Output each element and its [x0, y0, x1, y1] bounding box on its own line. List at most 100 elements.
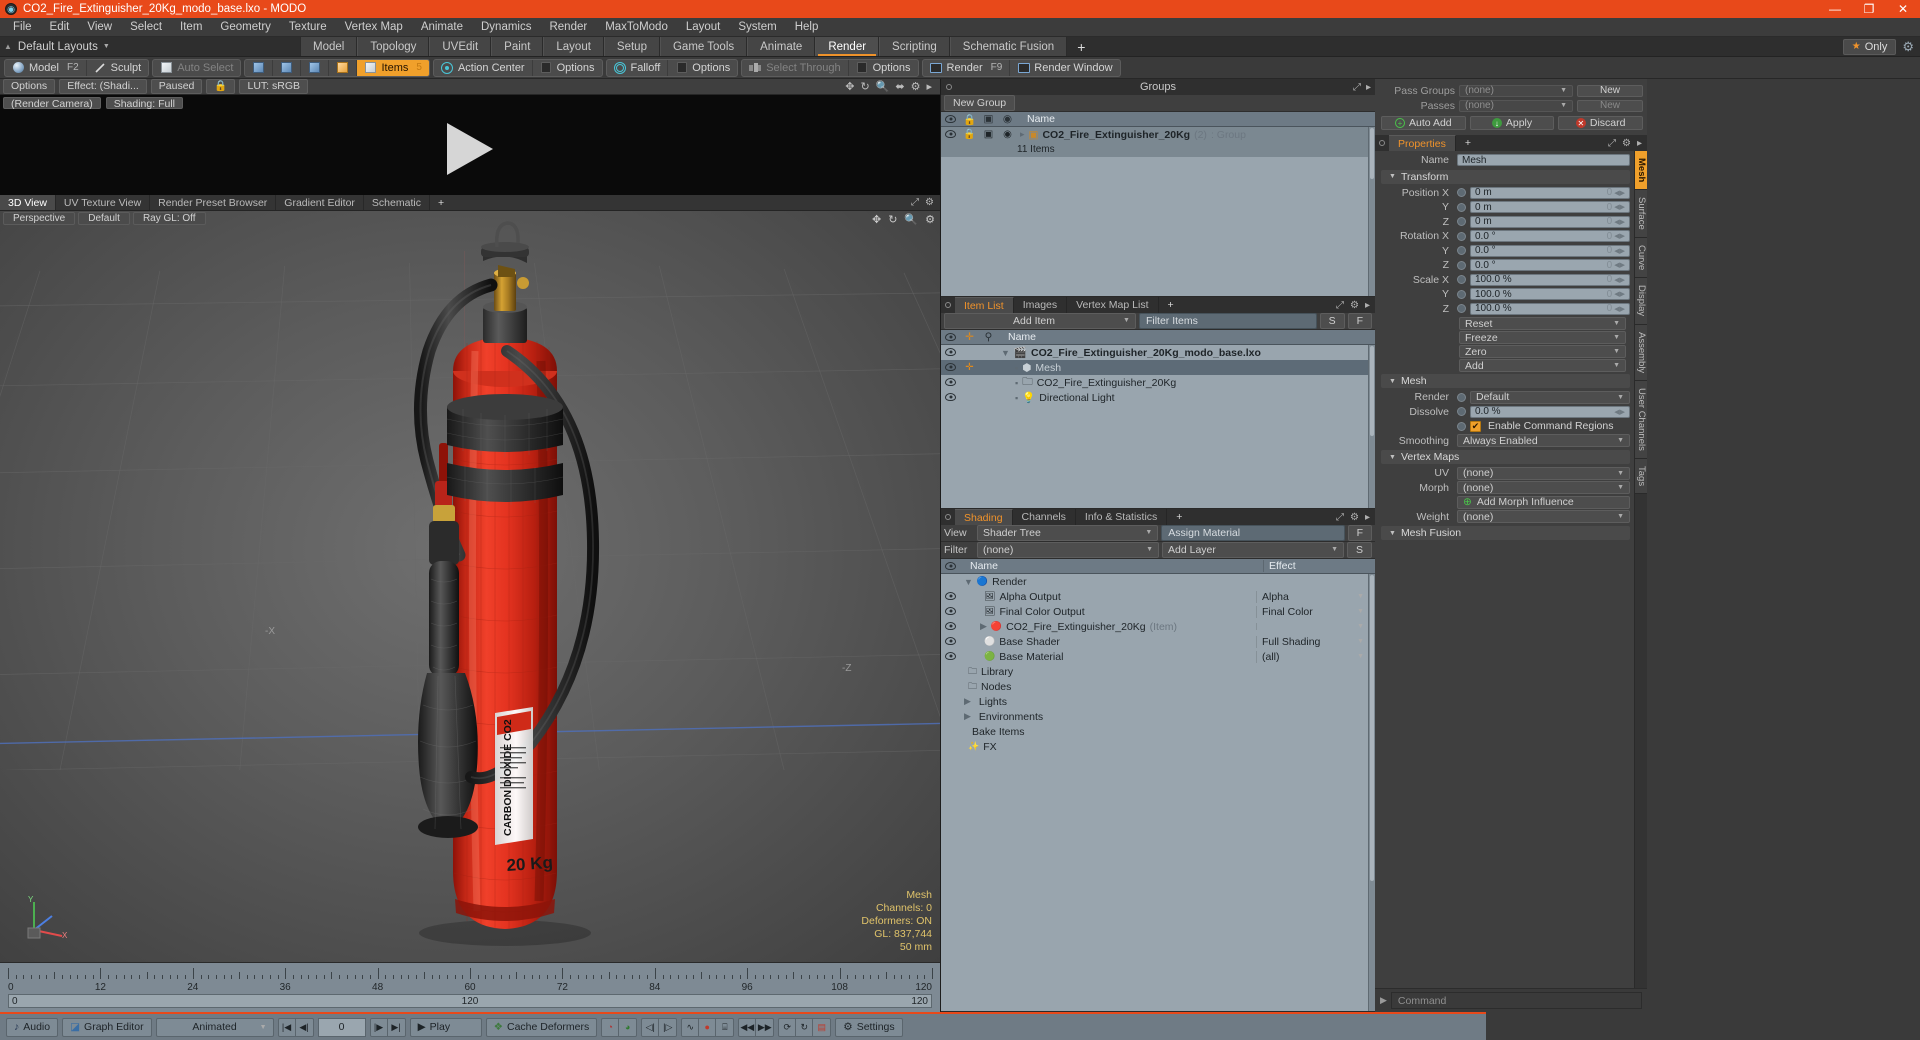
reset-zero-icon[interactable]: 0 — [1607, 260, 1613, 271]
mesh-name-input[interactable]: Mesh — [1457, 154, 1630, 167]
shading-row[interactable]: 🖼 Final Color Output Final Color ▼ — [941, 604, 1368, 619]
expand-arrow-icon[interactable]: ▶ — [964, 711, 971, 722]
settings-button[interactable]: ⚙ Settings — [835, 1017, 903, 1037]
shading-row[interactable]: 🗀 Library — [941, 664, 1368, 679]
shader-tree-dropdown[interactable]: Shader Tree ▼ — [977, 525, 1159, 541]
create-key-button[interactable]: ● — [699, 1018, 717, 1036]
expand-icon[interactable]: ⤢ — [1336, 512, 1344, 523]
render-button[interactable]: Render F9 — [923, 59, 1011, 76]
menu-item-item[interactable]: Item — [171, 18, 211, 37]
transform-channel-dot[interactable] — [1457, 246, 1466, 256]
enable-command-regions-checkbox[interactable]: ✔ — [1470, 420, 1481, 432]
move-icon[interactable]: ✥ — [845, 80, 854, 93]
reset-zero-icon[interactable]: 0 — [1607, 289, 1613, 300]
menu-item-vertex-map[interactable]: Vertex Map — [336, 18, 412, 37]
transform-channel-dot[interactable] — [1457, 217, 1466, 227]
spinner-icon[interactable]: ◀▶ — [1614, 232, 1625, 240]
vertex-map-dropdown[interactable]: (none) ▼ — [1457, 481, 1630, 495]
viewport-tab-render-preset-browser[interactable]: Render Preset Browser — [150, 195, 277, 210]
go-to-end-button[interactable]: ▶| — [387, 1018, 405, 1036]
mesh-section-header[interactable]: ▼ Mesh — [1381, 374, 1630, 388]
apply-button[interactable]: ↓ Apply — [1469, 116, 1555, 130]
minimize-button[interactable]: — — [1818, 0, 1852, 18]
spinner-icon[interactable]: ◀▶ — [1614, 305, 1625, 313]
transform-channel-dot[interactable] — [1457, 304, 1466, 314]
group-lock-icon[interactable]: 🔒 — [960, 129, 979, 140]
transform-input[interactable]: 0 m 0 ◀▶ — [1470, 201, 1630, 214]
shading-tab-shading[interactable]: Shading — [955, 509, 1013, 525]
audio-button[interactable]: ♪ Audio — [6, 1017, 59, 1037]
shading-tab-channels[interactable]: Channels — [1013, 509, 1076, 525]
transform-input[interactable]: 0.0 ° 0 ◀▶ — [1470, 230, 1630, 243]
shading-effect-cell[interactable]: ▼ — [1256, 623, 1368, 630]
key-curve-button[interactable]: ∿ — [682, 1018, 700, 1036]
visibility-eye-icon[interactable] — [941, 621, 960, 632]
shading-tab-add[interactable]: + — [1167, 509, 1191, 525]
visibility-eye-icon[interactable] — [941, 377, 960, 388]
item-list-body[interactable]: ▼ 🎬 CO2_Fire_Extinguisher_20Kg_modo_base.l… — [941, 345, 1375, 508]
preview-paused-button[interactable]: Paused — [150, 79, 203, 94]
groups-row[interactable]: 🔒 ▣ ◉ ▸ ▣ CO2_Fire_Extinguisher_20Kg (2): Grou… — [941, 127, 1368, 142]
spinner-icon[interactable]: ◀▶ — [1614, 189, 1625, 197]
transform-input[interactable]: 0 m 0 ◀▶ — [1470, 215, 1630, 228]
zoom-icon[interactable]: 🔍 — [904, 213, 918, 226]
menu-item-layout[interactable]: Layout — [677, 18, 730, 37]
viewport-tab-gradient-editor[interactable]: Gradient Editor — [276, 195, 364, 210]
pan-icon[interactable]: ✥ — [872, 213, 881, 226]
spinner-icon[interactable]: ◀▶ — [1614, 218, 1625, 226]
polygon-mode-button[interactable] — [301, 59, 330, 76]
properties-side-tab-assembly[interactable]: Assembly — [1635, 324, 1647, 381]
shading-scrollbar[interactable] — [1368, 574, 1375, 1011]
transform-channel-dot[interactable] — [1457, 188, 1466, 198]
menu-item-geometry[interactable]: Geometry — [211, 18, 280, 37]
material-mode-button[interactable] — [329, 59, 358, 76]
pass-groups-new-button[interactable]: New — [1577, 84, 1643, 97]
group-select-icon[interactable]: ◉ — [998, 129, 1017, 140]
graph-editor-button[interactable]: ◪ Graph Editor — [62, 1017, 152, 1037]
viewport-button-ray-gl-off[interactable]: Ray GL: Off — [132, 212, 206, 225]
transform-input[interactable]: 100.0 % 0 ◀▶ — [1470, 302, 1630, 315]
expand-icon[interactable]: ⤢ — [1336, 300, 1344, 311]
current-frame-input[interactable]: 0 — [317, 1017, 366, 1037]
go-to-start-button[interactable]: |◀ — [278, 1018, 296, 1036]
gear-icon[interactable]: ⚙ — [1350, 300, 1359, 311]
transform-channel-dot[interactable] — [1457, 260, 1466, 270]
reset-zero-icon[interactable]: 0 — [1607, 202, 1613, 213]
mesh-fusion-section-header[interactable]: ▼ Mesh Fusion — [1381, 526, 1630, 540]
mesh-dissolve-input[interactable]: 0.0 % ◀▶ — [1470, 405, 1630, 418]
default-layouts-menu[interactable]: ▲ Default Layouts ▼ — [0, 37, 300, 56]
visibility-eye-icon[interactable] — [941, 347, 960, 358]
assign-material-field[interactable]: Assign Material — [1161, 525, 1345, 541]
fire-extinguisher-model[interactable]: CARBON DIOXIDE CO2 20 Kg — [355, 211, 655, 951]
reload-key-button[interactable]: ⟳ — [779, 1018, 797, 1036]
prev-key-button[interactable]: ◁| — [642, 1018, 660, 1036]
shading-f-button[interactable]: F — [1347, 525, 1373, 541]
groups-list-body[interactable]: 🔒 ▣ ◉ ▸ ▣ CO2_Fire_Extinguisher_20Kg (2): Grou… — [941, 127, 1375, 296]
action-center-options-button[interactable]: Options — [533, 60, 602, 76]
action-center-button[interactable]: Action Center — [434, 59, 533, 76]
auto-key-button[interactable]: ◔ — [602, 1018, 620, 1036]
group-render-icon[interactable]: ▣ — [979, 129, 998, 140]
chevron-right-icon[interactable]: ▸ — [1366, 82, 1371, 93]
only-button[interactable]: ★ Only — [1842, 38, 1897, 55]
play-button[interactable]: ▶ Play — [409, 1017, 482, 1037]
shading-row[interactable]: ▶ Environments — [941, 709, 1368, 724]
render-channel-dot[interactable] — [1457, 392, 1466, 402]
properties-side-tab-surface[interactable]: Surface — [1635, 190, 1647, 239]
item-list-tab-item-list[interactable]: Item List — [955, 297, 1014, 313]
rotate-icon[interactable]: ↻ — [888, 213, 897, 226]
delete-key-button[interactable]: ⌸ — [716, 1018, 734, 1036]
panel-dot-icon[interactable] — [1379, 140, 1385, 146]
visibility-eye-icon[interactable] — [941, 392, 960, 403]
shading-tab-info-statistics[interactable]: Info & Statistics — [1076, 509, 1168, 525]
transform-channel-dot[interactable] — [1457, 289, 1466, 299]
layout-tab-game-tools[interactable]: Game Tools — [659, 37, 748, 56]
layout-tab-topology[interactable]: Topology — [357, 37, 430, 56]
passes-dropdown[interactable]: (none) ▼ — [1459, 99, 1573, 112]
edge-mode-button[interactable] — [273, 59, 302, 76]
reset-zero-icon[interactable]: 0 — [1607, 303, 1613, 314]
dissolve-channel-dot[interactable] — [1457, 407, 1466, 417]
preview-options-button[interactable]: Options — [3, 79, 56, 94]
vertex-map-dropdown[interactable]: (none) ▼ — [1457, 466, 1630, 480]
shading-row[interactable]: 🖼 Alpha Output Alpha ▼ — [941, 589, 1368, 604]
